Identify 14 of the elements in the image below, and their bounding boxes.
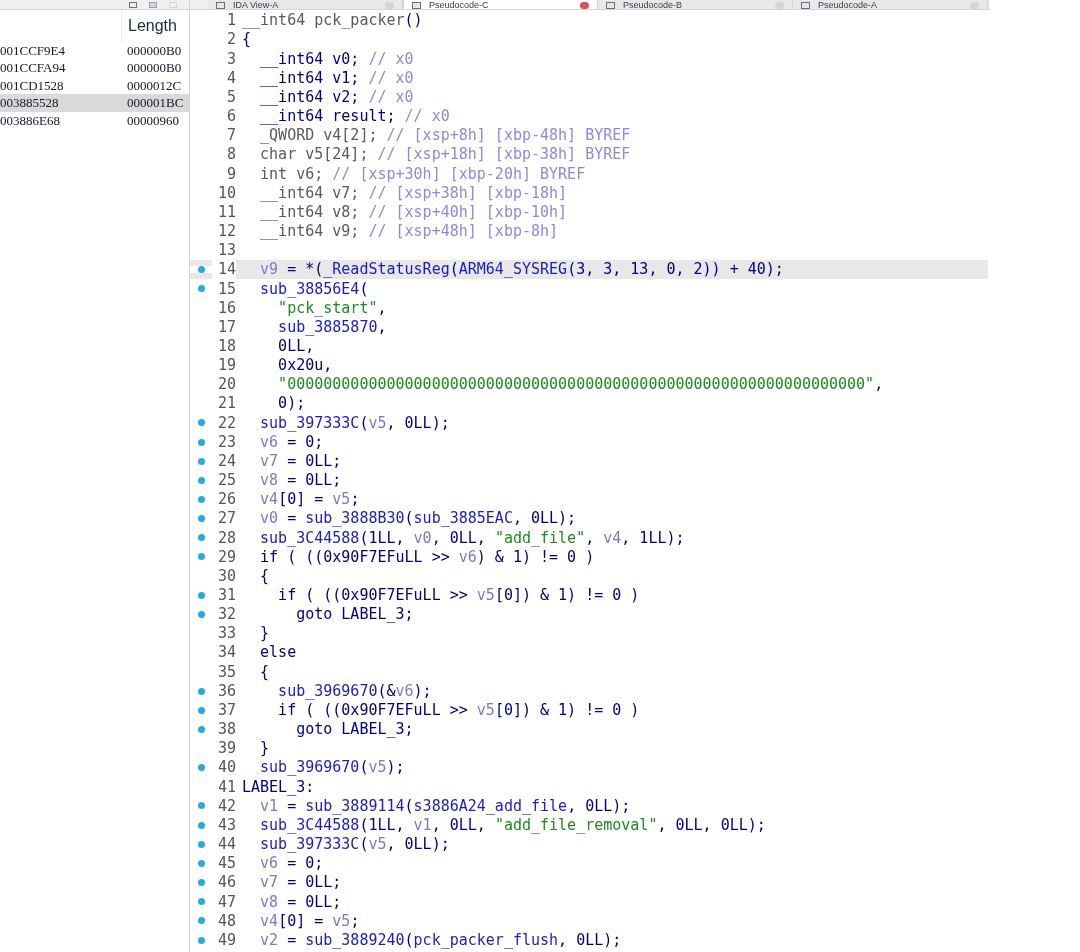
segment-row[interactable]: 001CCF9E4 000000B0 (0, 42, 189, 60)
line-number: 14 (212, 258, 236, 281)
editor-tab[interactable]: Pseudocode-B (598, 0, 793, 9)
window-icon[interactable] (129, 1, 137, 8)
segment-row[interactable]: 001CCFA94 000000B0 (0, 59, 189, 77)
segment-row[interactable]: 003885528 000001BC (0, 94, 189, 112)
editor-tab[interactable]: Pseudocode-C (403, 0, 598, 9)
editor-tab[interactable]: Pseudocode-A (793, 0, 988, 9)
window-icon[interactable] (149, 1, 157, 8)
segment-row[interactable]: 001CD1528 0000012C (0, 76, 189, 95)
column-header[interactable]: Length (122, 10, 189, 42)
close-icon[interactable] (580, 1, 589, 9)
segment-row[interactable]: 003886E68 00000960 (0, 111, 189, 129)
editor-tab[interactable]: IDA View-A (208, 0, 403, 9)
